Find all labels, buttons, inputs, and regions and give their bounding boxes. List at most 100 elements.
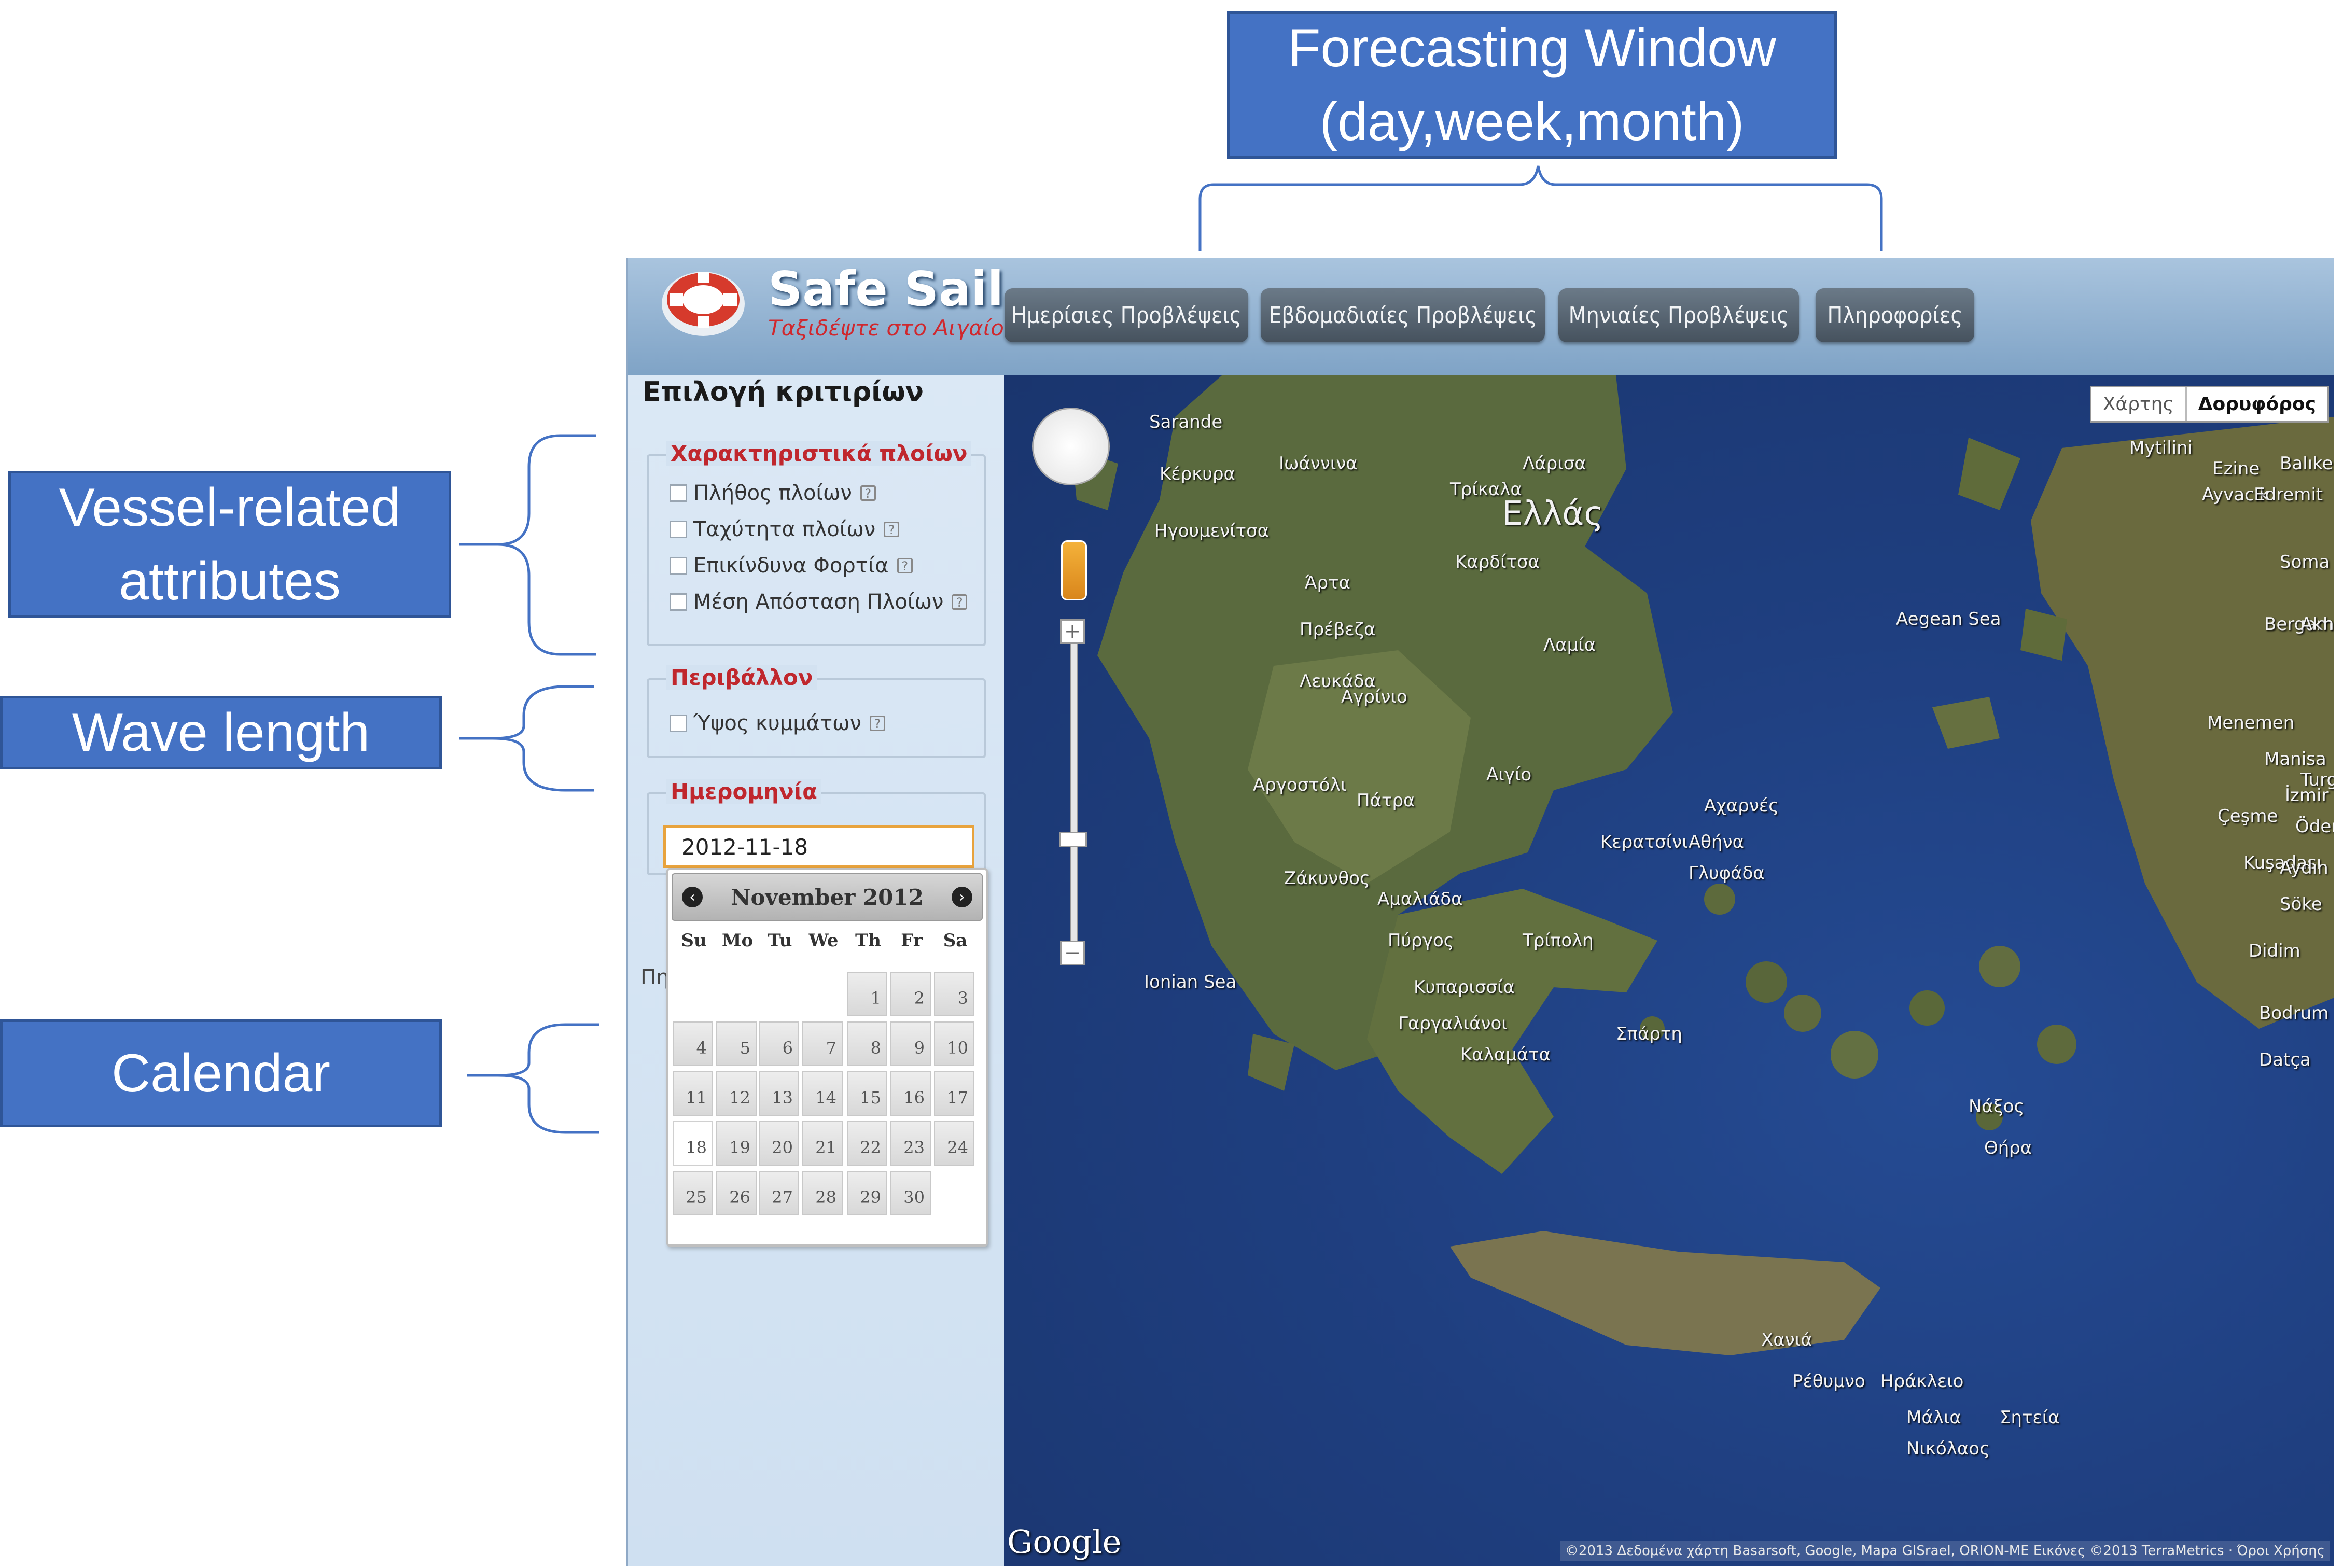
satellite-imagery bbox=[1071, 375, 2334, 1355]
map-place-label: Ιωάννινα bbox=[1279, 453, 1358, 474]
next-month-icon[interactable]: › bbox=[952, 887, 972, 907]
calendar-day[interactable]: 19 bbox=[716, 1121, 757, 1166]
calendar-day[interactable]: 23 bbox=[890, 1121, 931, 1166]
safe-sail-app: Safe Sail Ταξιδέψτε στο Αιγαίο Ημερίσιες… bbox=[626, 258, 2334, 1566]
zoom-out-button[interactable]: − bbox=[1060, 941, 1085, 965]
calendar-day[interactable]: 24 bbox=[934, 1121, 974, 1166]
wave-height-option[interactable]: Ύψος κυμμάτων ? bbox=[670, 711, 885, 735]
calendar-day[interactable]: 8 bbox=[847, 1021, 887, 1066]
map-place-label: Turgutlu bbox=[2300, 769, 2334, 790]
calendar-day[interactable]: 16 bbox=[890, 1071, 931, 1116]
calendar-day[interactable]: 1 bbox=[847, 972, 887, 1016]
map-place-label: Ρέθυμνο bbox=[1792, 1371, 1865, 1392]
nav-weekly-forecasts-button[interactable]: Εβδομαδιαίες Προβλέψεις bbox=[1261, 288, 1545, 342]
calendar-day[interactable]: 3 bbox=[934, 972, 974, 1016]
prev-month-icon[interactable]: ‹ bbox=[682, 887, 703, 907]
calendar-day[interactable]: 9 bbox=[890, 1021, 931, 1066]
calendar-weekday-su: Su bbox=[681, 930, 707, 951]
calendar-day[interactable]: 7 bbox=[802, 1021, 843, 1066]
map-place-label: Aegean Sea bbox=[1896, 609, 2001, 629]
calendar-day[interactable]: 15 bbox=[847, 1071, 887, 1116]
calendar-header: November 2012 ‹ › bbox=[672, 873, 983, 921]
calendar-weekday-sa: Sa bbox=[943, 930, 968, 951]
map-place-label: Πάτρα bbox=[1357, 790, 1415, 811]
country-label: Ελλάς bbox=[1502, 495, 1603, 533]
vessel-distance-checkbox[interactable] bbox=[670, 593, 687, 611]
criteria-title: Επιλογή κριτιρίων bbox=[643, 376, 924, 408]
nav-information-button[interactable]: Πληροφορίες bbox=[1816, 288, 1974, 342]
calendar-day[interactable]: 29 bbox=[847, 1171, 887, 1215]
map-place-label: Αγρίνιο bbox=[1341, 687, 1407, 707]
help-icon[interactable]: ? bbox=[884, 522, 900, 537]
map-place-label: Άρτα bbox=[1305, 572, 1351, 593]
calendar-day[interactable]: 30 bbox=[890, 1171, 931, 1215]
map-type-control[interactable]: Χάρτης Δορυφόρος bbox=[2089, 386, 2329, 423]
calendar-day[interactable]: 4 bbox=[673, 1021, 713, 1066]
calendar-day[interactable]: 6 bbox=[759, 1021, 799, 1066]
map-place-label: Θήρα bbox=[1984, 1138, 2032, 1158]
map-type-map-button[interactable]: Χάρτης bbox=[2091, 387, 2187, 421]
vessel-speed-label: Ταχύτητα πλοίων bbox=[693, 517, 876, 541]
map-place-label: Menemen bbox=[2207, 712, 2295, 733]
calendar-day[interactable]: 21 bbox=[802, 1121, 843, 1166]
calendar-day[interactable]: 5 bbox=[716, 1021, 757, 1066]
vessel-distance-option[interactable]: Μέση Απόσταση Πλοίων ? bbox=[670, 590, 968, 614]
calendar-day[interactable]: 11 bbox=[673, 1071, 713, 1116]
map-place-label: Καλαμάτα bbox=[1460, 1044, 1551, 1065]
map-place-label: Söke bbox=[2280, 894, 2322, 915]
help-icon[interactable]: ? bbox=[952, 594, 968, 610]
calendar-day[interactable]: 26 bbox=[716, 1171, 757, 1215]
street-view-pegman-icon[interactable] bbox=[1061, 540, 1087, 600]
lifebuoy-icon bbox=[662, 272, 745, 336]
app-header: Safe Sail Ταξιδέψτε στο Αιγαίο Ημερίσιες… bbox=[628, 258, 2334, 375]
help-icon[interactable]: ? bbox=[897, 558, 913, 573]
map-place-label: Γαργαλιάνοι bbox=[1398, 1013, 1508, 1034]
map-place-label: Πρέβεζα bbox=[1300, 619, 1376, 640]
calendar-day[interactable]: 22 bbox=[847, 1121, 887, 1166]
map-place-label: Ödemiş bbox=[2295, 816, 2334, 837]
bracket-forecasting bbox=[1198, 165, 1883, 251]
calendar-day[interactable]: 20 bbox=[759, 1121, 799, 1166]
calendar-day[interactable]: 25 bbox=[673, 1171, 713, 1215]
map-place-label: Σπάρτη bbox=[1616, 1024, 1682, 1044]
pan-control-icon[interactable] bbox=[1032, 408, 1110, 485]
calendar-day[interactable]: 27 bbox=[759, 1171, 799, 1215]
map-place-label: Πύργος bbox=[1388, 930, 1454, 951]
vessel-speed-option[interactable]: Ταχύτητα πλοίων ? bbox=[670, 517, 900, 541]
map-place-label: Τρίπολη bbox=[1523, 930, 1594, 951]
map-place-label: Çeşme bbox=[2218, 806, 2278, 827]
dangerous-cargo-checkbox[interactable] bbox=[670, 557, 687, 575]
vessel-count-checkbox[interactable] bbox=[670, 484, 687, 502]
sidebar-stray-text: Πη bbox=[640, 965, 670, 989]
map-place-label: Νάξος bbox=[1969, 1096, 2025, 1117]
map-view[interactable]: Ελλάς Sarande Ιωάννινα Λάρισα Κέρκυρα Τρίκαλ… bbox=[1004, 375, 2334, 1566]
wave-height-label: Ύψος κυμμάτων bbox=[693, 711, 861, 735]
calendar-day[interactable]: 14 bbox=[802, 1071, 843, 1116]
dangerous-cargo-option[interactable]: Επικίνδυνα Φορτία ? bbox=[670, 554, 913, 578]
help-icon[interactable]: ? bbox=[860, 485, 876, 501]
map-place-label: Edremit bbox=[2254, 484, 2323, 505]
map-type-satellite-button[interactable]: Δορυφόρος bbox=[2187, 387, 2327, 421]
wave-height-checkbox[interactable] bbox=[670, 715, 687, 732]
nav-daily-forecasts-button[interactable]: Ημερίσιες Προβλέψεις bbox=[1005, 288, 1248, 342]
map-place-label: Ζάκυνθος bbox=[1284, 868, 1370, 889]
zoom-slider-track[interactable] bbox=[1070, 619, 1078, 953]
date-input[interactable]: 2012-11-18 bbox=[663, 825, 974, 868]
calendar-day[interactable]: 18 bbox=[673, 1121, 713, 1166]
bracket-calendar bbox=[467, 1023, 599, 1134]
calendar-day[interactable]: 17 bbox=[934, 1071, 974, 1116]
calendar-day[interactable]: 28 bbox=[802, 1171, 843, 1215]
help-icon[interactable]: ? bbox=[869, 716, 885, 731]
calendar-day[interactable]: 13 bbox=[759, 1071, 799, 1116]
map-place-label: Αργοστόλι bbox=[1253, 775, 1347, 795]
map-place-label: Αιγίο bbox=[1486, 764, 1532, 785]
nav-monthly-forecasts-button[interactable]: Μηνιαίες Προβλέψεις bbox=[1558, 288, 1799, 342]
vessel-speed-checkbox[interactable] bbox=[670, 521, 687, 538]
zoom-slider-handle[interactable] bbox=[1059, 832, 1087, 847]
calendar-day[interactable]: 2 bbox=[890, 972, 931, 1016]
vessel-count-option[interactable]: Πλήθος πλοίων ? bbox=[670, 481, 876, 505]
calendar-day[interactable]: 10 bbox=[934, 1021, 974, 1066]
map-place-label: Γλυφάδα bbox=[1689, 863, 1765, 884]
calendar-day[interactable]: 12 bbox=[716, 1071, 757, 1116]
zoom-in-button[interactable]: + bbox=[1060, 619, 1085, 644]
